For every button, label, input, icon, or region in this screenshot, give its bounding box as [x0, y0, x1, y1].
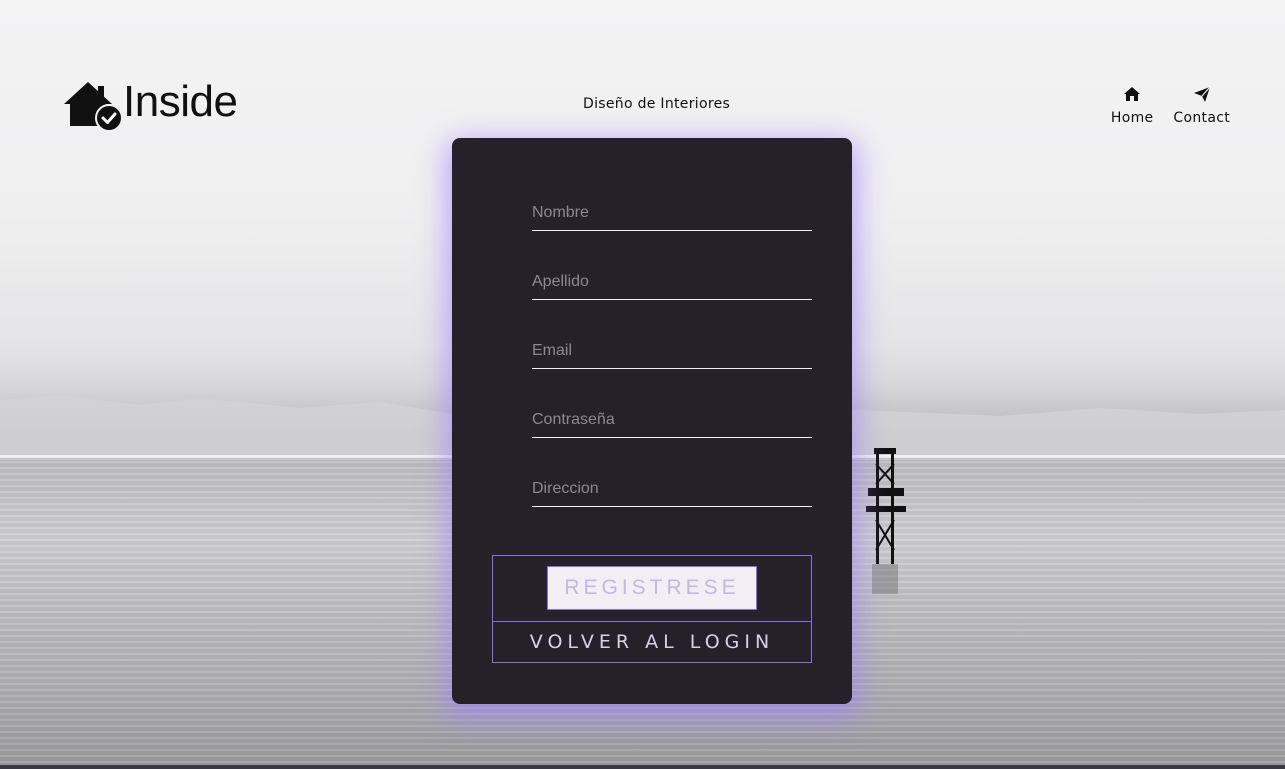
address-input[interactable] — [532, 472, 812, 506]
nav-label-home: Home — [1110, 110, 1154, 126]
address-field[interactable] — [532, 472, 812, 507]
register-button-frame: REGISTRESE — [492, 555, 812, 622]
email-input[interactable] — [532, 334, 812, 368]
bottom-edge — [0, 765, 1285, 769]
email-field[interactable] — [532, 334, 812, 369]
tower-silhouette — [866, 448, 906, 594]
back-to-login-label: VOLVER AL LOGIN — [529, 631, 775, 653]
form-actions: REGISTRESE VOLVER AL LOGIN — [492, 555, 812, 663]
name-field[interactable] — [532, 196, 812, 231]
register-button[interactable]: REGISTRESE — [547, 566, 757, 610]
top-nav: Home Contact — [1111, 84, 1230, 126]
nav-item-contact[interactable]: Contact — [1173, 84, 1230, 126]
tagline: Diseño de Interiores — [583, 96, 731, 112]
page: Inside Diseño de Interiores Home Contact — [0, 0, 1285, 769]
home-icon — [1122, 84, 1142, 108]
password-input[interactable] — [532, 403, 812, 437]
back-to-login-button[interactable]: VOLVER AL LOGIN — [492, 621, 812, 663]
logo-text: Inside — [123, 77, 238, 126]
register-card: REGISTRESE VOLVER AL LOGIN — [452, 138, 852, 704]
house-check-icon — [62, 78, 124, 132]
nav-item-home[interactable]: Home — [1111, 84, 1154, 126]
password-field[interactable] — [532, 403, 812, 438]
logo[interactable]: Inside — [62, 77, 238, 132]
paper-plane-icon — [1192, 84, 1212, 108]
name-input[interactable] — [532, 196, 812, 230]
lastname-input[interactable] — [532, 265, 812, 299]
lastname-field[interactable] — [532, 265, 812, 300]
nav-label-contact: Contact — [1173, 110, 1230, 126]
